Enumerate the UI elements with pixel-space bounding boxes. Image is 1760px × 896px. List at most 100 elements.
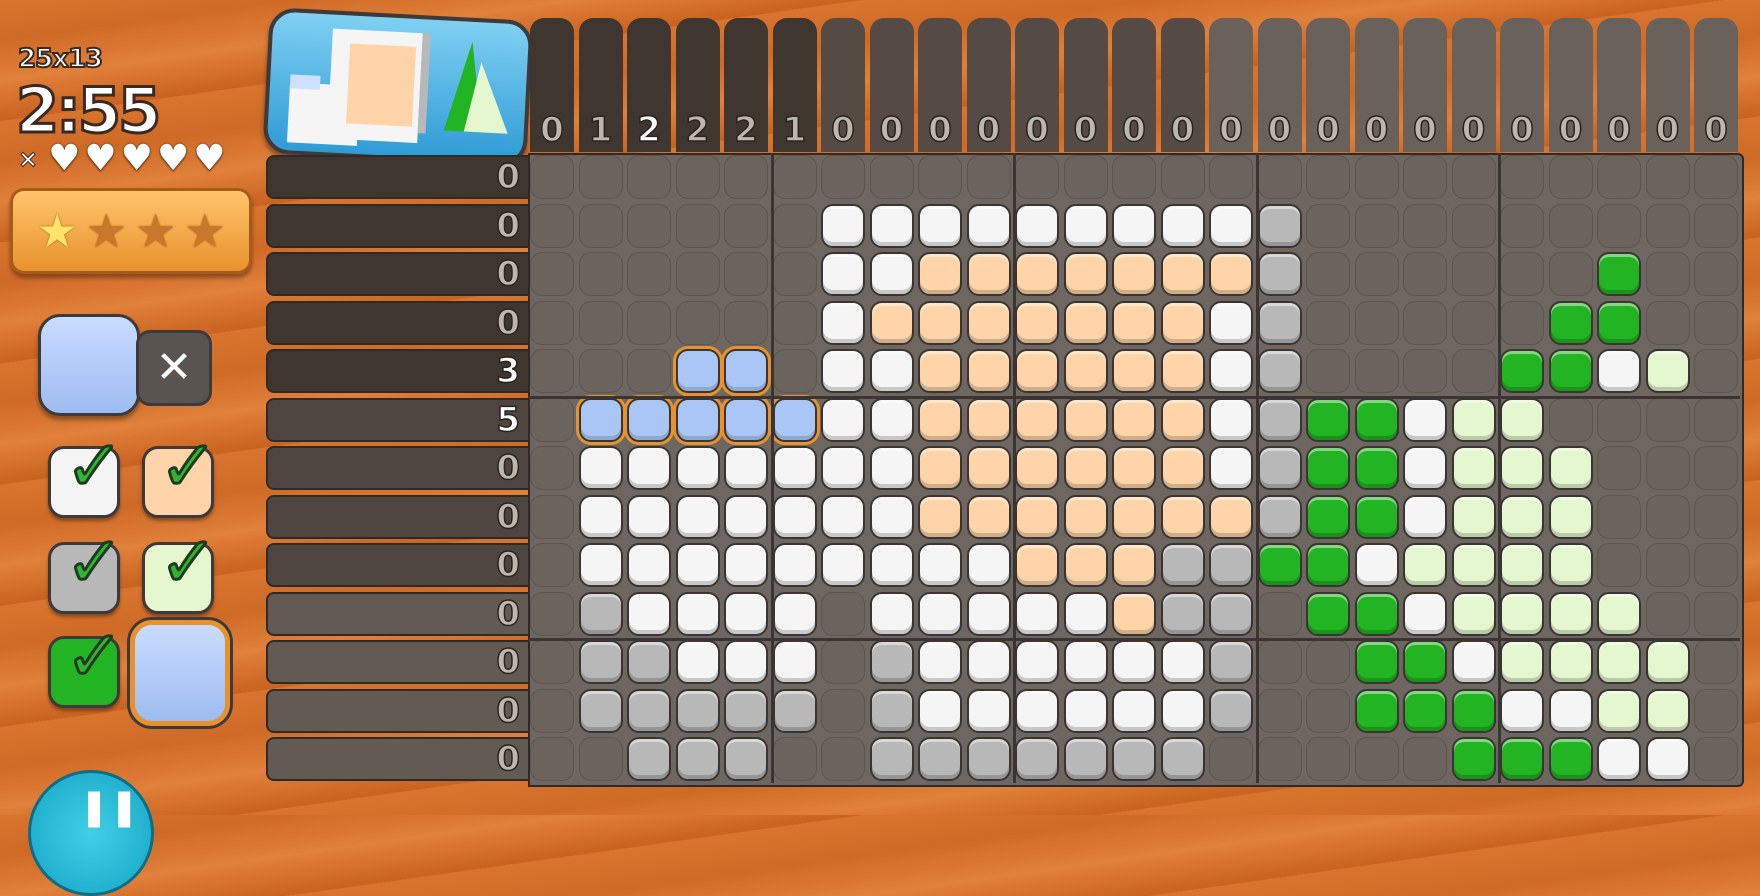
grid-cell-filled[interactable] [1500, 397, 1544, 442]
grid-cell-filled[interactable] [1160, 203, 1205, 248]
grid-cell-filled[interactable] [1112, 494, 1156, 539]
grid-cell-filled[interactable] [1451, 494, 1496, 539]
grid-cell-filled[interactable] [966, 203, 1011, 248]
grid-cell-filled[interactable] [772, 591, 817, 636]
grid-cell-filled[interactable] [675, 737, 720, 781]
grid-cell-filled[interactable] [1354, 591, 1399, 636]
grid-cell-filled[interactable] [869, 640, 914, 684]
grid-cell-filled[interactable] [1063, 397, 1108, 442]
grid-cell-filled[interactable] [966, 397, 1011, 442]
grid-cell-filled[interactable] [578, 591, 623, 636]
grid-cell-empty[interactable] [530, 252, 574, 296]
grid-cell-filled[interactable] [724, 494, 768, 539]
grid-cell-filled[interactable] [1451, 397, 1496, 442]
grid-cell-empty[interactable] [530, 640, 574, 684]
grid-cell-empty[interactable] [1645, 494, 1690, 539]
grid-cell-empty[interactable] [1694, 543, 1738, 587]
grid-cell-filled[interactable] [1063, 591, 1108, 636]
grid-cell-filled[interactable] [724, 397, 768, 442]
grid-cell-filled[interactable] [675, 494, 720, 539]
grid-cell-filled[interactable] [1500, 640, 1544, 684]
grid-cell-filled[interactable] [1063, 446, 1108, 490]
grid-cell-filled[interactable] [1451, 737, 1496, 781]
grid-cell-filled[interactable] [1209, 300, 1253, 345]
grid-cell-empty[interactable] [578, 252, 623, 296]
grid-cell-filled[interactable] [1645, 688, 1690, 733]
grid-cell-filled[interactable] [821, 300, 865, 345]
grid-cell-empty[interactable] [1694, 203, 1738, 248]
grid-cell-filled[interactable] [675, 640, 720, 684]
grid-cell-filled[interactable] [1257, 397, 1302, 442]
grid-cell-empty[interactable] [772, 349, 817, 393]
grid-cell-filled[interactable] [1015, 252, 1059, 296]
grid-cell-filled[interactable] [1015, 688, 1059, 733]
grid-cell-filled[interactable] [1160, 688, 1205, 733]
grid-cell-filled[interactable] [1063, 252, 1108, 296]
grid-cell-empty[interactable] [918, 155, 962, 199]
grid-cell-filled[interactable] [1500, 591, 1544, 636]
grid-cell-filled[interactable] [1500, 688, 1544, 733]
grid-cell-filled[interactable] [918, 397, 962, 442]
grid-cell-empty[interactable] [1694, 591, 1738, 636]
grid-cell-filled[interactable] [627, 640, 671, 684]
grid-cell-filled[interactable] [1548, 737, 1593, 781]
grid-cell-filled[interactable] [1403, 591, 1447, 636]
grid-cell-empty[interactable] [675, 252, 720, 296]
grid-cell-filled[interactable] [1257, 252, 1302, 296]
grid-cell-empty[interactable] [1597, 203, 1641, 248]
grid-cell-filled[interactable] [821, 494, 865, 539]
grid-cell-empty[interactable] [1015, 155, 1059, 199]
grid-cell-filled[interactable] [918, 737, 962, 781]
grid-cell-filled[interactable] [1063, 349, 1108, 393]
grid-cell-empty[interactable] [1257, 737, 1302, 781]
grid-cell-filled[interactable] [627, 494, 671, 539]
grid-cell-empty[interactable] [821, 688, 865, 733]
grid-cell-filled[interactable] [1063, 688, 1108, 733]
grid-cell-empty[interactable] [1548, 203, 1593, 248]
grid-cell-filled[interactable] [1209, 203, 1253, 248]
grid-cell-empty[interactable] [1451, 349, 1496, 393]
grid-cell-filled[interactable] [1403, 543, 1447, 587]
grid-cell-empty[interactable] [1306, 688, 1350, 733]
grid-cell-filled[interactable] [1306, 446, 1350, 490]
grid-cell-filled[interactable] [966, 446, 1011, 490]
grid-cell-filled[interactable] [1160, 494, 1205, 539]
grid-cell-filled[interactable] [966, 300, 1011, 345]
grid-cell-empty[interactable] [530, 349, 574, 393]
grid-cell-filled[interactable] [918, 300, 962, 345]
grid-cell-empty[interactable] [1694, 252, 1738, 296]
grid-cell-filled[interactable] [1548, 591, 1593, 636]
grid-cell-empty[interactable] [627, 252, 671, 296]
grid-cell-filled[interactable] [1063, 300, 1108, 345]
grid-cell-empty[interactable] [1306, 349, 1350, 393]
grid-cell-filled[interactable] [1645, 640, 1690, 684]
grid-cell-empty[interactable] [1645, 591, 1690, 636]
grid-cell-filled[interactable] [1403, 688, 1447, 733]
grid-cell-empty[interactable] [1694, 737, 1738, 781]
grid-cell-filled[interactable] [1015, 349, 1059, 393]
grid-cell-filled[interactable] [1015, 640, 1059, 684]
grid-cell-filled[interactable] [821, 446, 865, 490]
grid-cell-empty[interactable] [1597, 446, 1641, 490]
grid-cell-filled[interactable] [1306, 494, 1350, 539]
grid-cell-filled[interactable] [1548, 300, 1593, 345]
grid-cell-filled[interactable] [1112, 737, 1156, 781]
grid-cell-filled[interactable] [1306, 591, 1350, 636]
grid-cell-filled[interactable] [1015, 446, 1059, 490]
grid-cell-filled[interactable] [1451, 688, 1496, 733]
grid-cell-empty[interactable] [966, 155, 1011, 199]
grid-cell-filled[interactable] [1112, 591, 1156, 636]
grid-cell-filled[interactable] [869, 737, 914, 781]
grid-cell-filled[interactable] [1597, 737, 1641, 781]
grid-cell-filled[interactable] [918, 591, 962, 636]
grid-cell-empty[interactable] [530, 688, 574, 733]
grid-cell-empty[interactable] [530, 155, 574, 199]
grid-cell-filled[interactable] [1063, 494, 1108, 539]
grid-cell-filled[interactable] [578, 543, 623, 587]
grid-cell-filled[interactable] [627, 446, 671, 490]
grid-cell-empty[interactable] [627, 155, 671, 199]
grid-cell-filled[interactable] [869, 397, 914, 442]
grid-cell-empty[interactable] [578, 155, 623, 199]
grid-cell-empty[interactable] [627, 300, 671, 345]
grid-cell-empty[interactable] [1694, 300, 1738, 345]
